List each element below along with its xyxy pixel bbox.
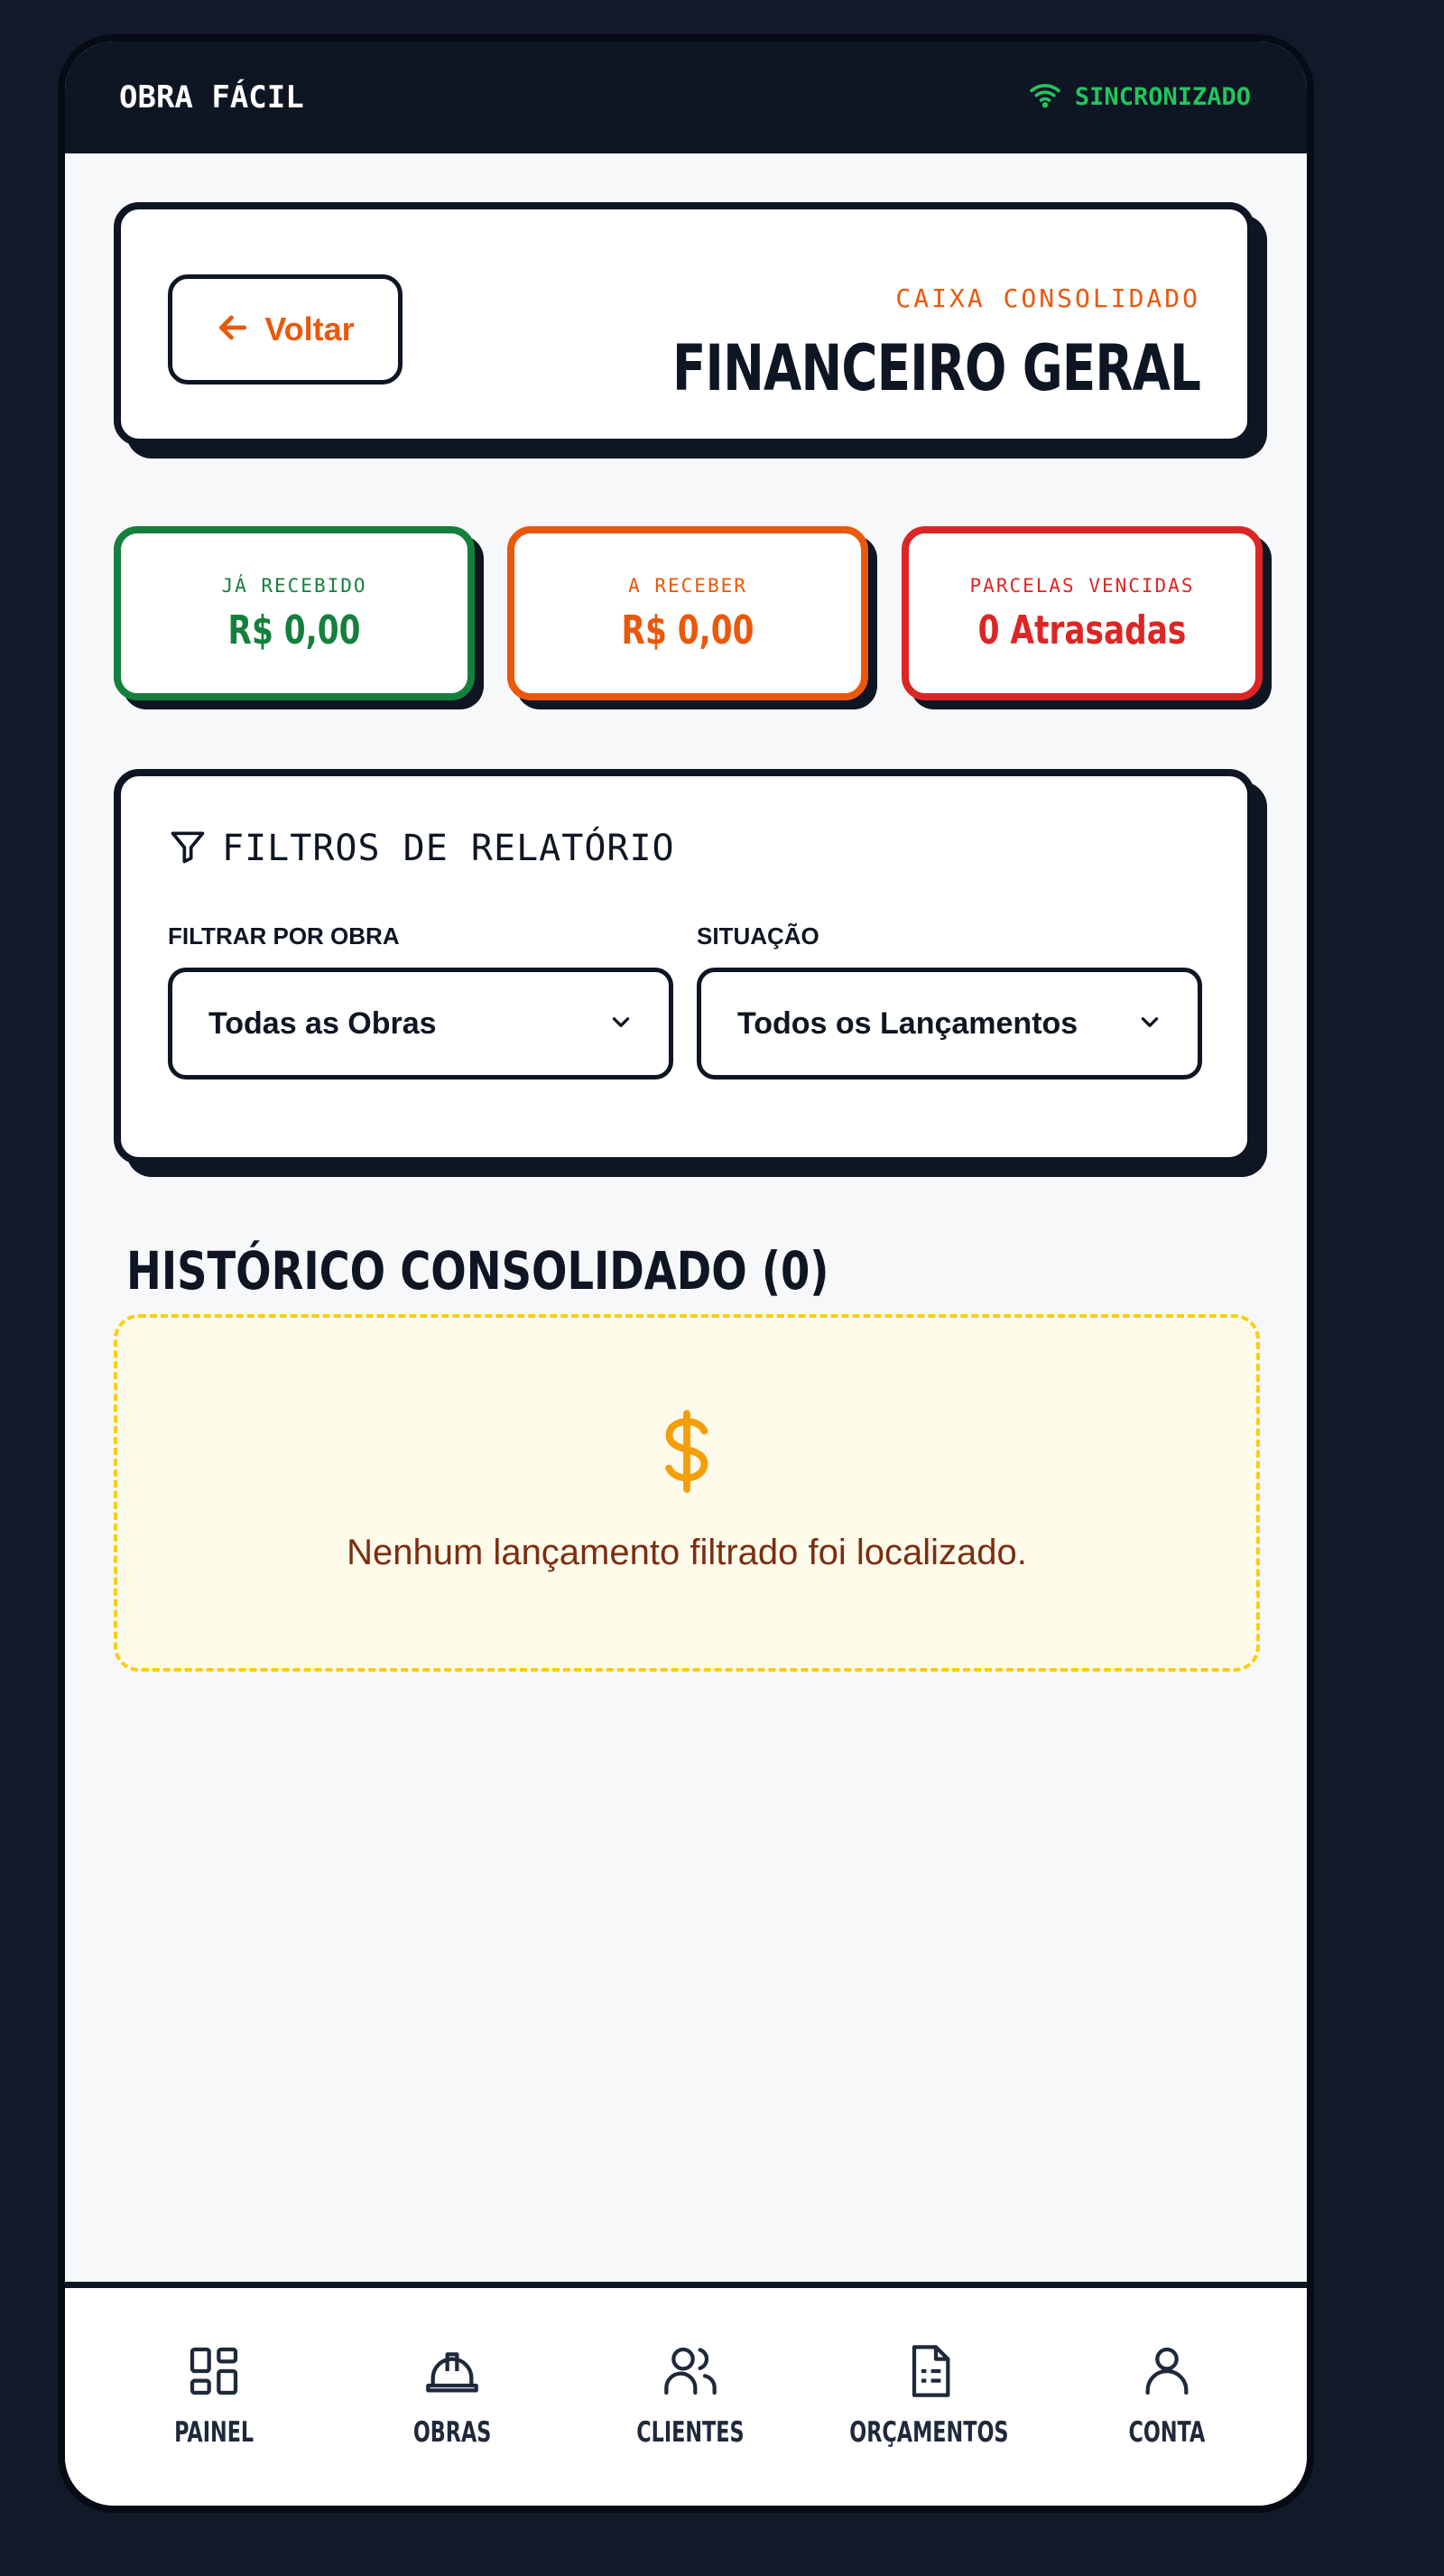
situacao-select[interactable]: Todos os Lançamentos xyxy=(697,968,1202,1080)
nav-item-conta[interactable]: CONTA xyxy=(1063,2342,1271,2449)
status-bar: OBRA FÁCIL SINCRONIZADO xyxy=(65,42,1307,153)
page-eyebrow: CAIXA CONSOLIDADO xyxy=(895,283,1200,313)
nav-label-conta: CONTA xyxy=(1128,2416,1206,2449)
nav-item-painel[interactable]: PAINEL xyxy=(110,2342,318,2449)
stat-label: A RECEBER xyxy=(628,575,747,597)
nav-item-clientes[interactable]: CLIENTES xyxy=(587,2342,794,2449)
users-icon xyxy=(662,2342,719,2404)
stat-label: JÁ RECEBIDO xyxy=(221,575,367,597)
empty-state-message: Nenhum lançamento filtrado foi localizad… xyxy=(347,1533,1027,1572)
phone-frame: OBRA FÁCIL SINCRONIZADO Voltar CAIXA CON… xyxy=(58,34,1314,2513)
document-icon xyxy=(900,2342,958,2404)
chevron-down-icon xyxy=(1138,1010,1162,1037)
situacao-filter-label: SITUAÇÃO xyxy=(697,922,819,950)
stat-value: 0 Atrasadas xyxy=(977,607,1187,653)
app-name: OBRA FÁCIL xyxy=(119,79,304,116)
stat-received: JÁ RECEBIDO R$ 0,00 xyxy=(114,526,475,700)
stat-label: PARCELAS VENCIDAS xyxy=(969,575,1195,597)
filters-card: FILTROS DE RELATÓRIO FILTRAR POR OBRA SI… xyxy=(114,769,1254,1164)
chevron-down-icon xyxy=(609,1010,633,1037)
bottom-nav: PAINEL OBRAS CLIENTES ORÇAMENTOS CONTA xyxy=(65,2282,1307,2506)
nav-item-obras[interactable]: OBRAS xyxy=(348,2342,556,2449)
obra-select[interactable]: Todas as Obras xyxy=(168,968,673,1080)
filters-heading: FILTROS DE RELATÓRIO xyxy=(168,827,675,870)
history-title: HISTÓRICO CONSOLIDADO (0) xyxy=(126,1240,829,1302)
page-title: FINANCEIRO GERAL xyxy=(671,331,1201,405)
back-button[interactable]: Voltar xyxy=(168,274,403,385)
hardhat-icon xyxy=(423,2342,481,2404)
empty-state: Nenhum lançamento filtrado foi localizad… xyxy=(114,1314,1260,1672)
nav-label-painel: PAINEL xyxy=(173,2416,255,2449)
obra-select-value: Todas as Obras xyxy=(208,1005,437,1041)
dollar-icon xyxy=(653,1408,720,1498)
filters-title: FILTROS DE RELATÓRIO xyxy=(222,828,675,869)
nav-label-obras: OBRAS xyxy=(412,2416,492,2449)
arrow-left-icon xyxy=(216,310,250,348)
sync-status: SINCRONIZADO xyxy=(1028,81,1251,112)
stat-value: R$ 0,00 xyxy=(621,607,754,653)
stat-overdue: PARCELAS VENCIDAS 0 Atrasadas xyxy=(902,526,1263,700)
nav-label-clientes: CLIENTES xyxy=(636,2416,745,2449)
user-icon xyxy=(1138,2342,1196,2404)
stat-value: R$ 0,00 xyxy=(227,607,361,653)
header-card: Voltar CAIXA CONSOLIDADO FINANCEIRO GERA… xyxy=(114,202,1254,446)
nav-label-orcamentos: ORÇAMENTOS xyxy=(848,2416,1009,2449)
situacao-select-value: Todos os Lançamentos xyxy=(737,1005,1078,1041)
filter-icon xyxy=(168,827,208,870)
stat-receivable: A RECEBER R$ 0,00 xyxy=(507,526,868,700)
wifi-icon xyxy=(1028,81,1062,112)
obra-filter-label: FILTRAR POR OBRA xyxy=(168,922,400,950)
dashboard-icon xyxy=(185,2342,243,2404)
nav-item-orcamentos[interactable]: ORÇAMENTOS xyxy=(825,2342,1032,2449)
sync-label: SINCRONIZADO xyxy=(1074,82,1251,111)
back-button-label: Voltar xyxy=(264,310,355,347)
